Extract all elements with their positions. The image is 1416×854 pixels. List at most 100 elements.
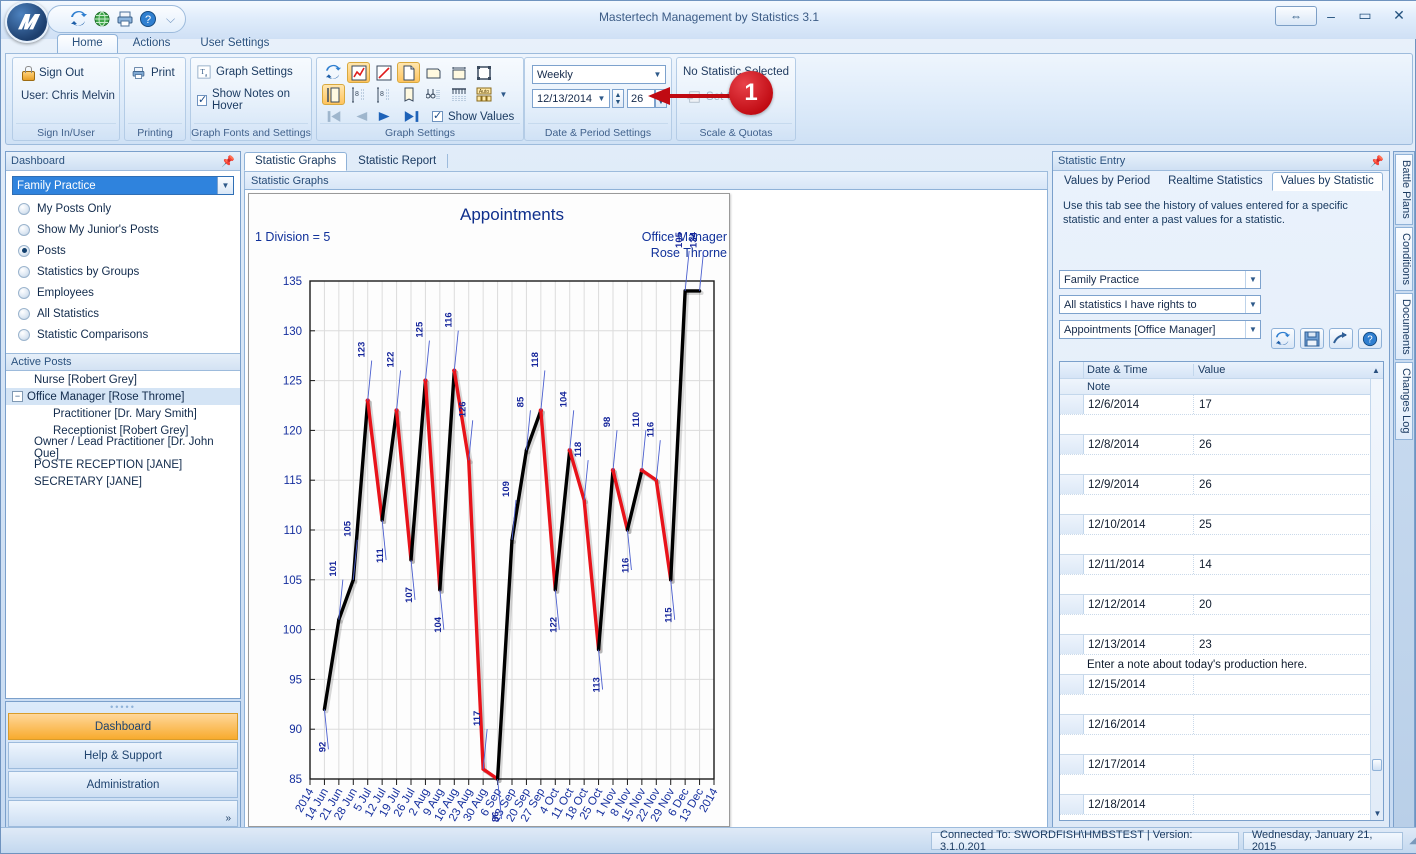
- cell-date[interactable]: 12/11/2014: [1084, 555, 1194, 574]
- table-row[interactable]: 12/12/2014 20: [1060, 595, 1383, 615]
- cell-value[interactable]: 17: [1194, 399, 1383, 411]
- option-employees[interactable]: Employees: [6, 282, 240, 303]
- grid-col-date-time[interactable]: Date & Time: [1084, 364, 1194, 376]
- page-landscape-icon[interactable]: [422, 62, 445, 83]
- graph-settings-button[interactable]: Ta Graph Settings: [197, 65, 293, 79]
- tree-item-practitioner[interactable]: Practitioner [Dr. Mary Smith]: [6, 405, 240, 422]
- scroll-up-icon[interactable]: ▲: [1369, 366, 1383, 375]
- option-statistics-by-groups[interactable]: Statistics by Groups: [6, 261, 240, 282]
- chevron-down-icon[interactable]: ▼: [615, 99, 622, 106]
- nav-overflow-button[interactable]: »: [8, 800, 238, 827]
- option-show-my-juniors-posts[interactable]: Show My Junior's Posts: [6, 219, 240, 240]
- statistic-select[interactable]: Appointments [Office Manager] ▼: [1059, 320, 1261, 339]
- cell-value[interactable]: 26: [1194, 479, 1383, 491]
- cell-date[interactable]: 12/18/2014: [1084, 795, 1194, 814]
- refresh-graph-icon[interactable]: [322, 62, 345, 83]
- row-selector[interactable]: [1060, 595, 1084, 614]
- rights-filter-select[interactable]: All statistics I have rights to ▼: [1059, 295, 1261, 314]
- show-line-graph-icon[interactable]: [347, 62, 370, 83]
- practice-select[interactable]: Family Practice ▼: [1059, 270, 1261, 289]
- export-values-button[interactable]: [1329, 328, 1353, 349]
- table-row[interactable]: 12/15/2014: [1060, 675, 1383, 695]
- cell-date[interactable]: 12/10/2014: [1084, 515, 1194, 534]
- tree-item-office-manager[interactable]: − Office Manager [Rose Throme]: [6, 388, 240, 405]
- values-grid[interactable]: Date & Time Value ▲ Note 12/6/2014 17 12/8…: [1059, 361, 1384, 821]
- chevron-up-icon[interactable]: ▲: [615, 92, 622, 99]
- nav-button-help-support[interactable]: Help & Support: [8, 742, 238, 769]
- y-axis-labels-right-icon[interactable]: 8: [372, 84, 395, 105]
- splitter-grip[interactable]: •••••: [6, 702, 240, 713]
- option-my-posts-only[interactable]: My Posts Only: [6, 198, 240, 219]
- cell-date[interactable]: 12/15/2014: [1084, 675, 1194, 694]
- table-note-row[interactable]: [1060, 495, 1383, 515]
- tab-statistic-graphs[interactable]: Statistic Graphs: [244, 152, 348, 171]
- table-row[interactable]: 12/13/2014 23: [1060, 635, 1383, 655]
- option-all-statistics[interactable]: All Statistics: [6, 303, 240, 324]
- table-row[interactable]: 12/18/2014: [1060, 795, 1383, 815]
- y-axis-labels-left-icon[interactable]: 8: [347, 84, 370, 105]
- option-statistic-comparisons[interactable]: Statistic Comparisons: [6, 324, 240, 345]
- tree-item-owner-lead-practitioner[interactable]: Owner / Lead Practitioner [Dr. John Que]: [6, 436, 240, 460]
- pin-icon[interactable]: 📌: [221, 155, 235, 168]
- grid-scrollbar[interactable]: ▼: [1370, 379, 1383, 820]
- side-tab-battle-plans[interactable]: Battle Plans: [1395, 154, 1413, 225]
- show-notes-on-hover-checkbox[interactable]: Show Notes on Hover: [197, 88, 311, 112]
- side-tab-documents[interactable]: Documents: [1395, 292, 1413, 361]
- ribbon-tab-home[interactable]: Home: [57, 34, 118, 54]
- cell-date[interactable]: 12/17/2014: [1084, 755, 1194, 774]
- table-note-row[interactable]: [1060, 415, 1383, 435]
- table-note-row[interactable]: [1060, 615, 1383, 635]
- table-note-row[interactable]: [1060, 775, 1383, 795]
- pin-icon[interactable]: 📌: [1370, 155, 1384, 168]
- option-posts[interactable]: Posts: [6, 240, 240, 261]
- ribbon-tab-actions[interactable]: Actions: [118, 34, 186, 54]
- row-selector[interactable]: [1060, 555, 1084, 574]
- table-row[interactable]: 12/10/2014 25: [1060, 515, 1383, 535]
- sign-out-button[interactable]: Sign Out: [21, 66, 84, 81]
- scroll-down-icon[interactable]: ▼: [1371, 809, 1383, 818]
- tab-values-by-statistic[interactable]: Values by Statistic: [1271, 172, 1383, 191]
- fit-page-icon[interactable]: [472, 62, 495, 83]
- cell-value[interactable]: 25: [1194, 519, 1383, 531]
- row-selector[interactable]: [1060, 515, 1084, 534]
- date-stepper[interactable]: ▲ ▼: [612, 89, 624, 108]
- grid-col-value[interactable]: Value: [1194, 364, 1369, 376]
- period-select[interactable]: Weekly ▼: [532, 65, 666, 84]
- page-portrait-icon[interactable]: [397, 62, 420, 83]
- chevron-down-icon[interactable]: ▼: [1245, 321, 1260, 338]
- table-row[interactable]: 12/17/2014: [1060, 755, 1383, 775]
- show-y-axis-icon[interactable]: [322, 84, 345, 105]
- refresh-values-button[interactable]: [1271, 328, 1295, 349]
- table-note-row[interactable]: Enter a note about today's production he…: [1060, 655, 1383, 675]
- cell-date[interactable]: 12/8/2014: [1084, 435, 1194, 454]
- row-selector[interactable]: [1060, 475, 1084, 494]
- side-tab-changes-log[interactable]: Changes Log: [1395, 362, 1413, 440]
- tree-item-nurse[interactable]: Nurse [Robert Grey]: [6, 371, 240, 388]
- nav-button-administration[interactable]: Administration: [8, 771, 238, 798]
- table-note-row[interactable]: [1060, 695, 1383, 715]
- tree-item-secretary[interactable]: SECRETARY [JANE]: [6, 473, 240, 490]
- cell-date[interactable]: 12/12/2014: [1084, 595, 1194, 614]
- tab-statistic-report[interactable]: Statistic Report: [347, 152, 447, 171]
- print-button[interactable]: Print: [131, 66, 175, 80]
- table-note-row[interactable]: [1060, 575, 1383, 595]
- cell-date[interactable]: 12/6/2014: [1084, 395, 1194, 414]
- two-axis-icon[interactable]: [422, 84, 445, 105]
- row-selector[interactable]: [1060, 715, 1084, 734]
- table-row[interactable]: 12/11/2014 14: [1060, 555, 1383, 575]
- row-selector[interactable]: [1060, 675, 1084, 694]
- table-note-row[interactable]: [1060, 535, 1383, 555]
- show-values-checkbox[interactable]: Show Values: [432, 109, 514, 123]
- save-values-button[interactable]: [1300, 328, 1324, 349]
- chevron-down-icon[interactable]: ▼: [594, 94, 609, 103]
- table-note-row[interactable]: [1060, 455, 1383, 475]
- tab-values-by-period[interactable]: Values by Period: [1055, 172, 1159, 191]
- chevron-down-icon[interactable]: ▼: [650, 70, 665, 79]
- resize-grip-icon[interactable]: ◢: [1409, 835, 1416, 846]
- nav-button-dashboard[interactable]: Dashboard: [8, 713, 238, 740]
- close-button[interactable]: ✕: [1389, 7, 1409, 24]
- ribbon-tab-user-settings[interactable]: User Settings: [185, 34, 284, 54]
- row-selector[interactable]: [1060, 795, 1084, 814]
- cell-value[interactable]: 14: [1194, 559, 1383, 571]
- row-selector[interactable]: [1060, 435, 1084, 454]
